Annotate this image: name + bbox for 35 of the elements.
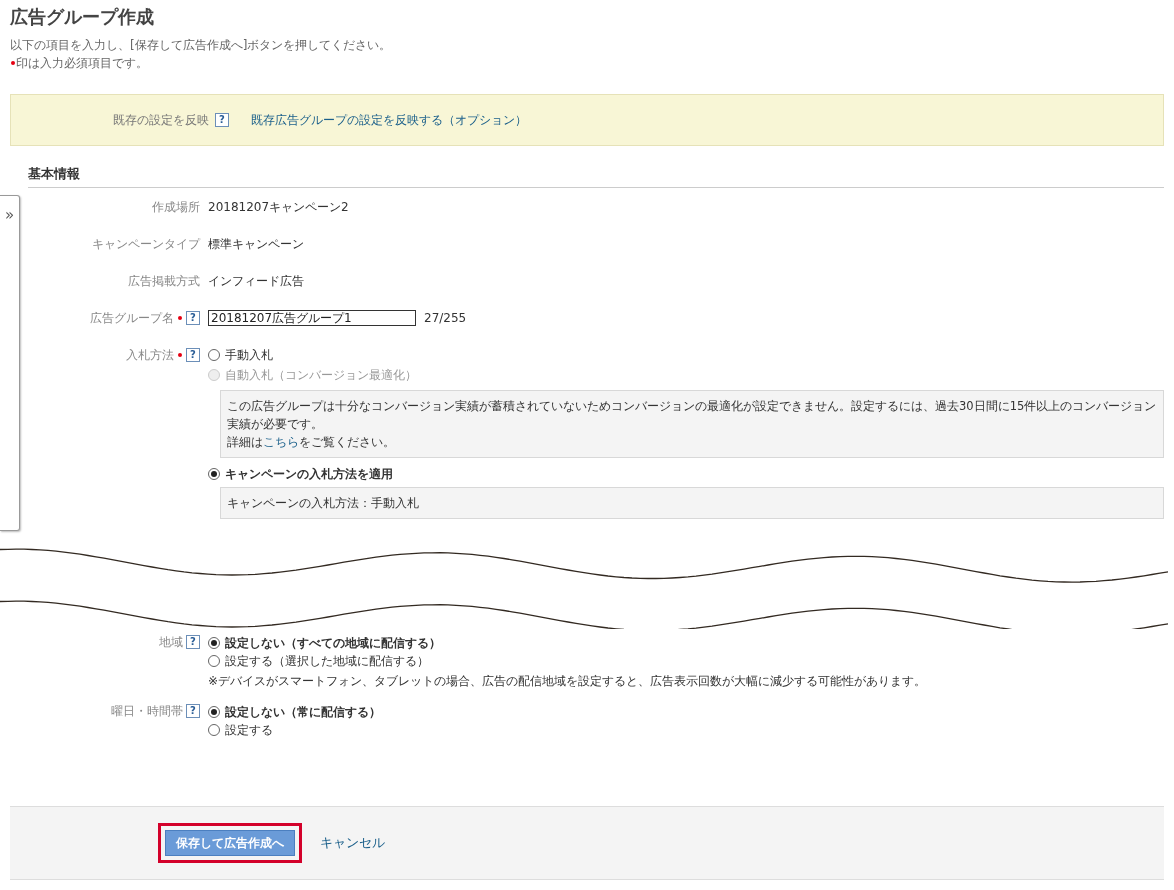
field-label: 既存の設定を反映 (113, 111, 209, 129)
help-button[interactable]: ? (186, 348, 200, 363)
field-label: 作成場所 (152, 199, 200, 217)
panel-toggle-button[interactable]: » (0, 195, 20, 531)
help-button[interactable]: ? (186, 311, 200, 326)
field-value: インフィード広告 (208, 274, 304, 289)
char-counter: 27/255 (424, 310, 467, 328)
required-note: 印は入力必須項目です。 (16, 54, 148, 72)
cancel-link[interactable]: キャンセル (320, 833, 385, 853)
help-button[interactable]: ? (186, 704, 200, 719)
radio-option[interactable]: 設定しない（常に配信する） (208, 703, 381, 722)
text-input[interactable]: 20181207広告グループ1 (208, 310, 416, 327)
radio-option[interactable]: 設定する（選択した地域に配信する） (208, 652, 429, 671)
field-label: キャンペーンタイプ (92, 236, 200, 254)
field-label: 曜日・時間帯 (111, 703, 183, 721)
radio-option[interactable]: キャンペーンの入札方法を適用 (208, 465, 393, 484)
copy-settings-link[interactable]: 既存広告グループの設定を反映する（オプション） (251, 110, 527, 129)
note-text: キャンペーンの入札方法：手動入札 (227, 495, 420, 513)
field-value: 20181207キャンペーン2 (208, 200, 349, 215)
instruction-text: 以下の項目を入力し、[保存して広告作成へ]ボタンを押してください。 (10, 36, 393, 54)
help-button[interactable]: ? (215, 112, 229, 127)
page-title: 広告グループ作成 (9, 5, 155, 28)
radio-option[interactable]: 設定する (208, 721, 273, 740)
field-value: 標準キャンペーン (208, 237, 304, 252)
help-button[interactable]: ? (186, 635, 200, 650)
radio-option[interactable]: 設定しない（すべての地域に配信する） (208, 634, 441, 653)
note-text: この広告グループは十分なコンバージョン実績が蓄積されていないためコンバージョンの最適化が設定できません。設定するには、過去30日間に15件以上のコンバージョン実績が必要です。 詳細はこちら をご覧ください。 (227, 398, 1157, 452)
hint-text: ※デバイスがスマートフォン、タブレットの場合、広告の配信地域を設定すると、広告表示回数が大幅に減少する可能性があります。 (208, 673, 928, 691)
field-label: 入札方法 (126, 347, 174, 365)
field-label: 地域 (159, 634, 183, 652)
section-title: 基本情報 (28, 163, 1164, 189)
field-label: 広告掲載方式 (128, 273, 200, 291)
radio-option: 自動入札（コンバージョン最適化） (208, 366, 417, 385)
field-label: 広告グループ名 (90, 310, 174, 328)
radio-option[interactable]: 手動入札 (208, 346, 273, 365)
